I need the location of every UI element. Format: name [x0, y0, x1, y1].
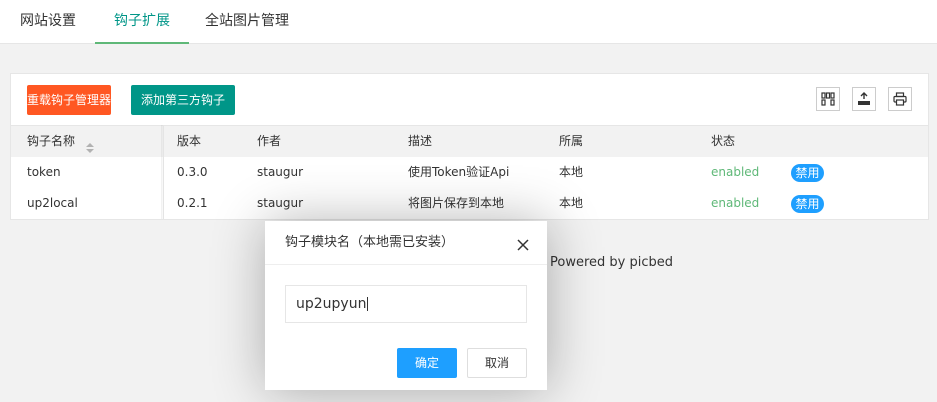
text-caret — [367, 297, 369, 311]
reload-hooks-button[interactable]: 重载钩子管理器 — [27, 85, 111, 115]
table-row: up2local 0.2.1 staugur 将图片保存到本地 本地 enabl… — [11, 188, 928, 220]
cancel-button[interactable]: 取消 — [467, 348, 527, 378]
table-header: 钩子名称 版本 作者 描述 所属 状态 — [11, 125, 928, 158]
footer-text: Powered by picbed — [550, 255, 673, 270]
cell-author: staugur — [257, 196, 304, 210]
header-description: 描述 — [408, 134, 433, 148]
add-hook-dialog: 钩子模块名（本地需已安装） up2upyun 确定 取消 — [265, 221, 547, 390]
dialog-header: 钩子模块名（本地需已安装） — [265, 221, 547, 265]
dialog-title: 钩子模块名（本地需已安装） — [285, 235, 455, 250]
page: 网站设置 钩子扩展 全站图片管理 重载钩子管理器 添加第三方钩子 钩子名称 版本… — [0, 0, 937, 402]
confirm-button[interactable]: 确定 — [397, 348, 457, 378]
hooks-table-card: 重载钩子管理器 添加第三方钩子 钩子名称 版本 作者 描述 所属 状态 toke… — [10, 73, 929, 220]
tab-image-management[interactable]: 全站图片管理 — [205, 0, 289, 43]
cell-version: 0.3.0 — [177, 165, 208, 179]
cell-status: enabled — [711, 196, 760, 210]
header-scope: 所属 — [559, 134, 584, 148]
tab-hook-extensions[interactable]: 钩子扩展 — [95, 0, 189, 44]
header-status: 状态 — [711, 134, 736, 148]
cell-description: 使用Token验证Api — [408, 165, 510, 179]
close-icon[interactable] — [517, 236, 529, 251]
header-hook-name[interactable]: 钩子名称 — [27, 126, 95, 156]
header-version: 版本 — [177, 134, 202, 148]
cell-name: up2local — [27, 196, 78, 210]
cell-name: token — [27, 165, 61, 179]
header-author: 作者 — [257, 134, 282, 148]
cell-version: 0.2.1 — [177, 196, 208, 210]
disable-button[interactable]: 禁用 — [791, 164, 824, 182]
columns-icon[interactable] — [816, 87, 840, 111]
cell-status: enabled — [711, 165, 760, 179]
cell-scope: 本地 — [559, 196, 584, 210]
disable-button[interactable]: 禁用 — [791, 195, 824, 213]
tab-bar: 网站设置 钩子扩展 全站图片管理 — [0, 0, 937, 44]
sort-icon[interactable] — [85, 135, 95, 153]
fixed-column-shadow — [161, 125, 164, 219]
hook-module-name-input[interactable]: up2upyun — [285, 285, 527, 323]
cell-scope: 本地 — [559, 165, 584, 179]
header-label: 钩子名称 — [27, 134, 76, 148]
tab-site-settings[interactable]: 网站设置 — [20, 0, 76, 43]
export-icon[interactable] — [852, 87, 876, 111]
print-icon[interactable] — [888, 87, 912, 111]
add-hook-button[interactable]: 添加第三方钩子 — [131, 85, 235, 115]
cell-description: 将图片保存到本地 — [408, 196, 505, 210]
input-value: up2upyun — [296, 296, 367, 312]
table-row: token 0.3.0 staugur 使用Token验证Api 本地 enab… — [11, 157, 928, 189]
cell-author: staugur — [257, 165, 304, 179]
